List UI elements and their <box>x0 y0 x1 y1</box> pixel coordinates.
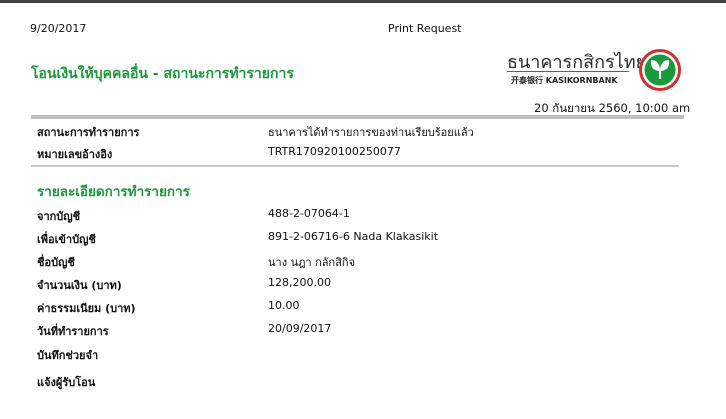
detail-value: 891-2-06716-6 Nada Klakasikit <box>268 230 439 243</box>
detail-value: 10.00 <box>268 299 300 312</box>
detail-value: 488-2-07064-1 <box>268 207 350 220</box>
top-border <box>0 0 726 3</box>
print-title: Print Request <box>388 22 462 35</box>
bank-logo: ธนาคารกสิกรไทย 开泰银行 KASIKORNBANK <box>507 47 687 93</box>
divider <box>31 115 684 119</box>
detail-label: วันที่ทำรายการ <box>37 325 109 338</box>
kasikorn-leaf-icon <box>639 49 681 91</box>
detail-value: 20/09/2017 <box>268 322 332 335</box>
print-date: 9/20/2017 <box>30 22 87 35</box>
reference-value: TRTR170920100250077 <box>268 145 401 158</box>
detail-label: บันทึกช่วยจำ <box>37 349 99 362</box>
detail-value: นาง นฎา กลักสิกิจ <box>268 256 356 269</box>
status-label: สถานะการทำรายการ <box>37 126 140 139</box>
bank-name-english: 开泰银行 KASIKORNBANK <box>511 76 618 85</box>
detail-label: แจ้งผู้รับโอน <box>37 376 96 389</box>
detail-label: จากบัญชี <box>37 210 81 223</box>
logo-underline <box>507 71 629 72</box>
details-title: รายละเอียดการทำรายการ <box>37 184 190 200</box>
status-value: ธนาคารได้ทำรายการของท่านเรียบร้อยแล้ว <box>268 126 474 139</box>
detail-label: จำนวนเงิน (บาท) <box>37 279 122 292</box>
reference-label: หมายเลขอ้างอิง <box>37 148 113 161</box>
page-title: โอนเงินให้บุคคลอื่น - สถานะการทำรายการ <box>31 66 294 82</box>
divider <box>31 165 679 167</box>
detail-label: เพื่อเข้าบัญชี <box>37 233 96 246</box>
detail-value: 128,200.00 <box>268 276 331 289</box>
detail-label: ค่าธรรมเนียม (บาท) <box>37 302 136 315</box>
detail-label: ชื่อบัญชี <box>37 256 75 269</box>
